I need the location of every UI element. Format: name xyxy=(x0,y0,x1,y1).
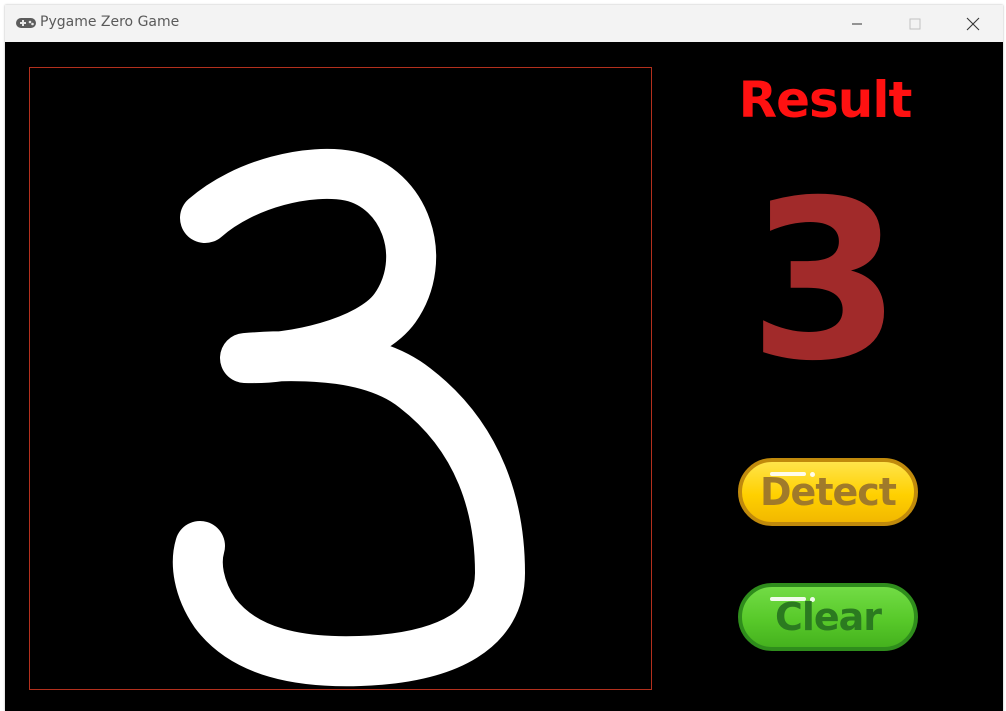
maximize-button[interactable] xyxy=(886,5,944,42)
game-canvas: Result 3 Detect Clear xyxy=(5,42,1003,711)
detect-button-label: Detect xyxy=(760,470,897,514)
predicted-digit: 3 xyxy=(748,153,902,409)
clear-button[interactable]: Clear xyxy=(738,583,918,651)
window-title: Pygame Zero Game xyxy=(40,14,180,30)
minimize-icon xyxy=(852,23,862,24)
maximize-icon xyxy=(909,18,921,29)
title-bar[interactable]: Pygame Zero Game xyxy=(5,5,1003,42)
gamepad-icon xyxy=(16,18,36,28)
clear-button-label: Clear xyxy=(774,595,882,639)
close-icon xyxy=(966,17,980,30)
detect-button[interactable]: Detect xyxy=(738,458,918,526)
app-window: Pygame Zero Game Result 3 Detect Clear xyxy=(5,5,1003,711)
drawing-canvas[interactable] xyxy=(29,67,652,690)
close-button[interactable] xyxy=(944,5,1002,42)
result-heading: Result xyxy=(738,71,913,129)
minimize-button[interactable] xyxy=(828,5,886,42)
handwritten-stroke xyxy=(172,148,525,687)
